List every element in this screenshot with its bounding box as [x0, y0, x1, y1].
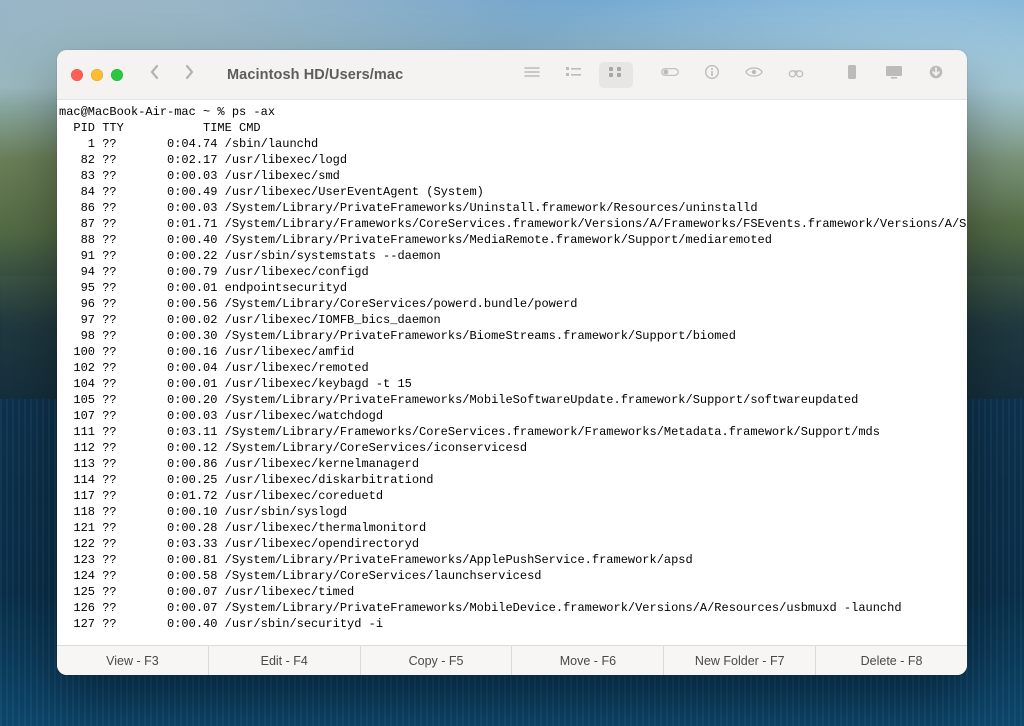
- footer-move-button[interactable]: Move - F6: [512, 646, 664, 675]
- search-button[interactable]: [779, 62, 813, 88]
- path-title: Macintosh HD/Users/mac: [227, 67, 403, 83]
- eye-icon: [745, 64, 763, 85]
- minimize-window-button[interactable]: [91, 69, 103, 81]
- footer-bar: View - F3 Edit - F4 Copy - F5 Move - F6 …: [57, 645, 967, 675]
- view-columns-button[interactable]: [557, 62, 591, 88]
- download-icon: [927, 64, 945, 85]
- nav-back-button[interactable]: [143, 63, 167, 87]
- toggle-switch-button[interactable]: [653, 62, 687, 88]
- info-icon: [703, 64, 721, 85]
- grid-icon: [607, 64, 625, 85]
- terminal-output[interactable]: mac@MacBook-Air-mac ~ % ps -ax PID TTY T…: [57, 100, 967, 645]
- footer-copy-button[interactable]: Copy - F5: [361, 646, 513, 675]
- download-button[interactable]: [919, 62, 953, 88]
- terminal-button[interactable]: [835, 62, 869, 88]
- zoom-window-button[interactable]: [111, 69, 123, 81]
- file-manager-window: Macintosh HD/Users/mac: [57, 50, 967, 675]
- view-grid-button[interactable]: [599, 62, 633, 88]
- window-controls: [71, 69, 123, 81]
- footer-edit-button[interactable]: Edit - F4: [209, 646, 361, 675]
- chevron-right-icon: [184, 65, 194, 84]
- view-list-button[interactable]: [515, 62, 549, 88]
- toolbar-view-group: [515, 62, 633, 88]
- info-button[interactable]: [695, 62, 729, 88]
- preview-button[interactable]: [737, 62, 771, 88]
- toolbar-actions-group: [653, 62, 953, 88]
- footer-delete-button[interactable]: Delete - F8: [816, 646, 967, 675]
- monitor-icon: [885, 64, 903, 85]
- nav-forward-button[interactable]: [177, 63, 201, 87]
- list-icon: [523, 64, 541, 85]
- close-window-button[interactable]: [71, 69, 83, 81]
- columns-icon: [565, 64, 583, 85]
- chevron-left-icon: [150, 65, 160, 84]
- terminal-icon: [843, 64, 861, 85]
- footer-view-button[interactable]: View - F3: [57, 646, 209, 675]
- titlebar: Macintosh HD/Users/mac: [57, 50, 967, 100]
- binoculars-icon: [787, 64, 805, 85]
- footer-newfolder-button[interactable]: New Folder - F7: [664, 646, 816, 675]
- desktop-button[interactable]: [877, 62, 911, 88]
- toggle-icon: [661, 64, 679, 85]
